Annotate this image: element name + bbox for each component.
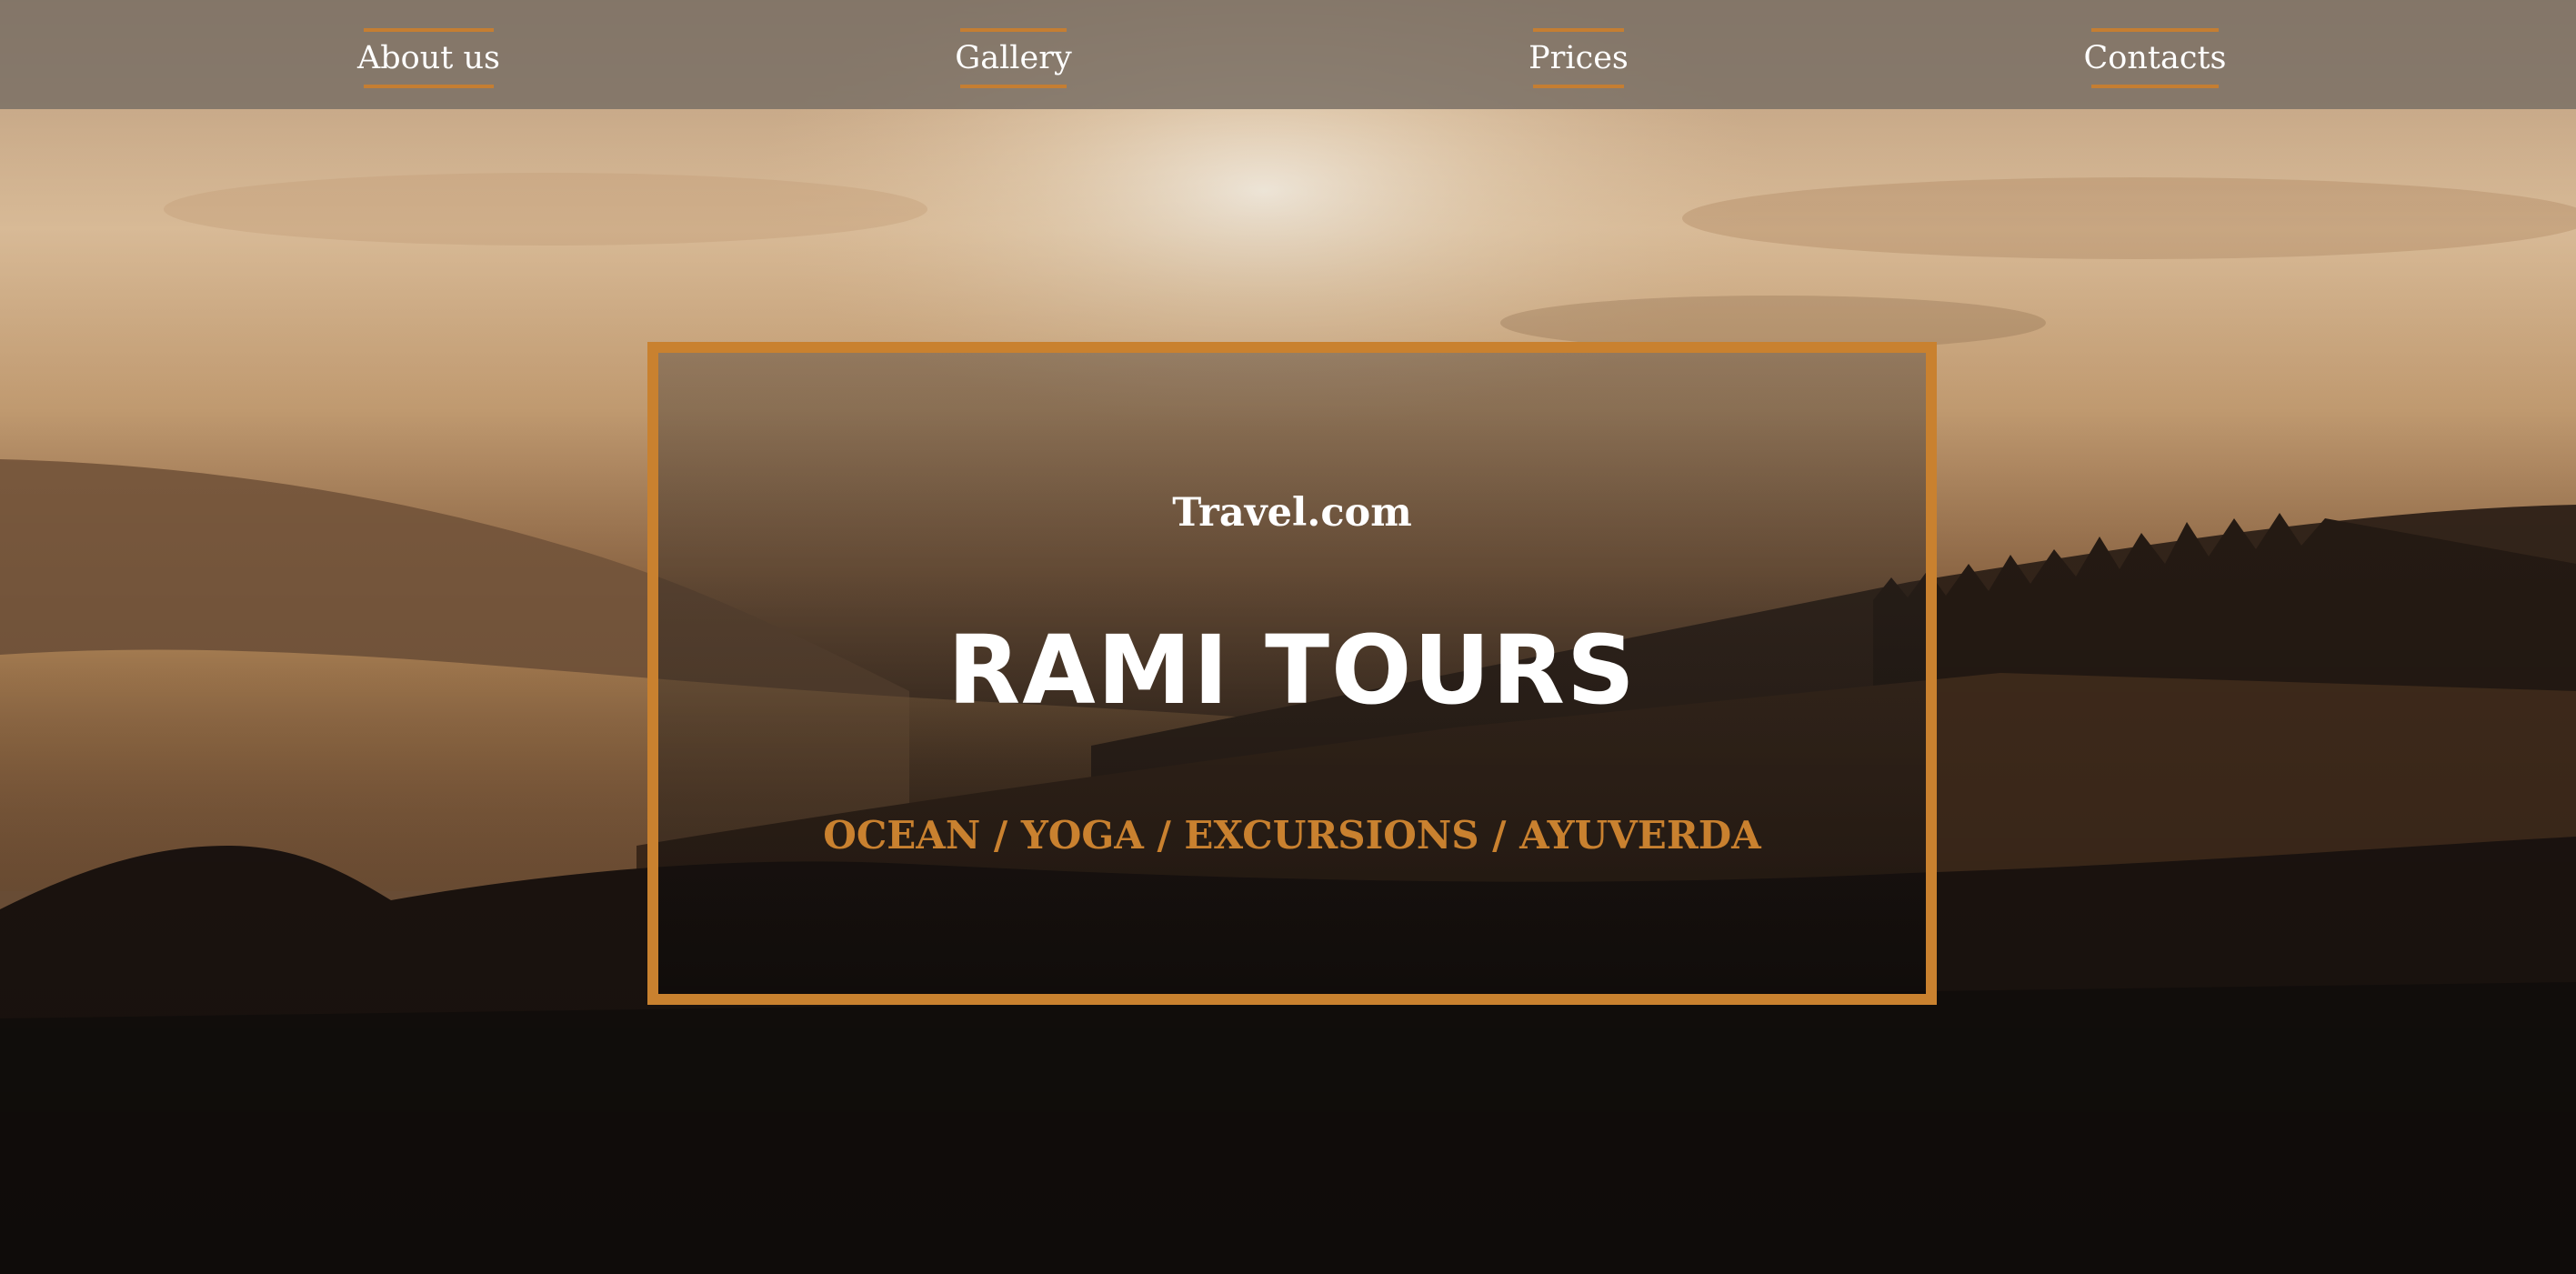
top-navigation: About us Gallery Prices Contacts (0, 0, 2576, 109)
hero-tagline: OCEAN / YOGA / EXCURSIONS / AYUVERDA (823, 813, 1761, 858)
landing-page: About us Gallery Prices Contacts Travel.… (0, 0, 2576, 1274)
brand-title: RAMI TOURS (947, 615, 1637, 726)
nav-link-contacts[interactable]: Contacts (2084, 28, 2226, 88)
nav-link-about-us[interactable]: About us (357, 28, 500, 88)
site-name: Travel.com (1172, 490, 1412, 536)
nav-link-prices[interactable]: Prices (1529, 28, 1629, 88)
nav-link-gallery[interactable]: Gallery (955, 28, 1072, 88)
hero-card: Travel.com RAMI TOURS OCEAN / YOGA / EXC… (647, 342, 1937, 1005)
